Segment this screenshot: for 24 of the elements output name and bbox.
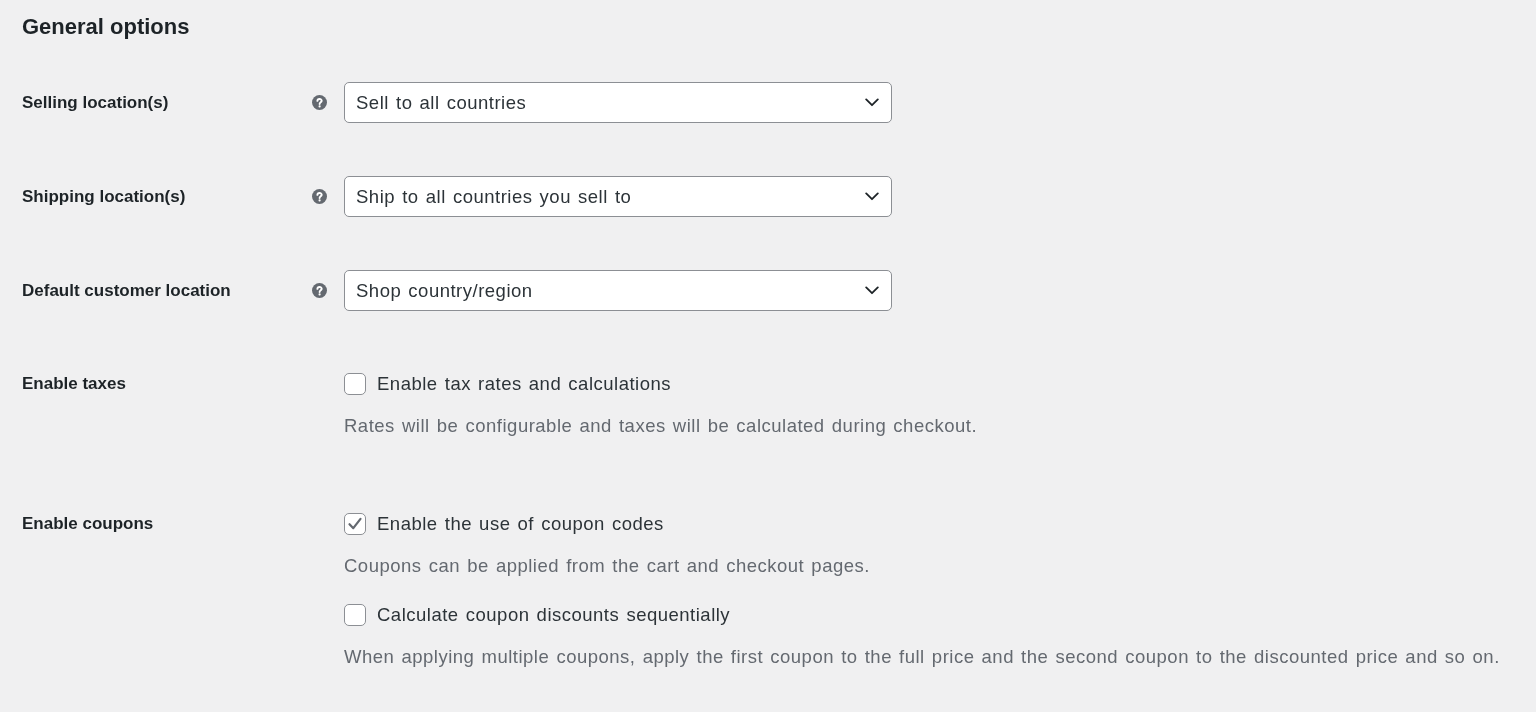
setting-label: Shipping location(s) — [22, 185, 186, 208]
checkbox[interactable] — [344, 513, 366, 535]
select-field[interactable]: Ship to all countries you sell to — [344, 176, 892, 217]
description-text: Rates will be configurable and taxes will be calculated during checkout. — [344, 414, 978, 438]
select-field[interactable]: Sell to all countries — [344, 82, 892, 123]
section-title: General options — [22, 13, 190, 41]
help-icon[interactable] — [312, 283, 327, 298]
select-field[interactable]: Shop country/region — [344, 270, 892, 311]
setting-label: Enable coupons — [22, 513, 154, 535]
checkbox-label[interactable]: Enable tax rates and calculations — [377, 372, 671, 396]
checkbox[interactable] — [344, 604, 366, 626]
setting-label: Enable taxes — [22, 373, 126, 395]
checkbox-label[interactable]: Enable the use of coupon codes — [377, 512, 664, 536]
chevron-down-icon — [865, 98, 879, 107]
description-text: Coupons can be applied from the cart and checkout pages. — [344, 554, 871, 578]
help-icon[interactable] — [312, 189, 327, 204]
chevron-down-icon — [865, 192, 879, 201]
setting-label: Default customer location — [22, 279, 231, 302]
checkbox-label[interactable]: Calculate coupon discounts sequentially — [377, 603, 731, 627]
checkbox[interactable] — [344, 373, 366, 395]
help-icon[interactable] — [312, 95, 327, 110]
description-text: When applying multiple coupons, apply the first coupon to the full price and the second coupon to the discounted price and so on. — [344, 645, 1500, 669]
setting-label: Selling location(s) — [22, 91, 169, 114]
chevron-down-icon — [865, 286, 879, 295]
